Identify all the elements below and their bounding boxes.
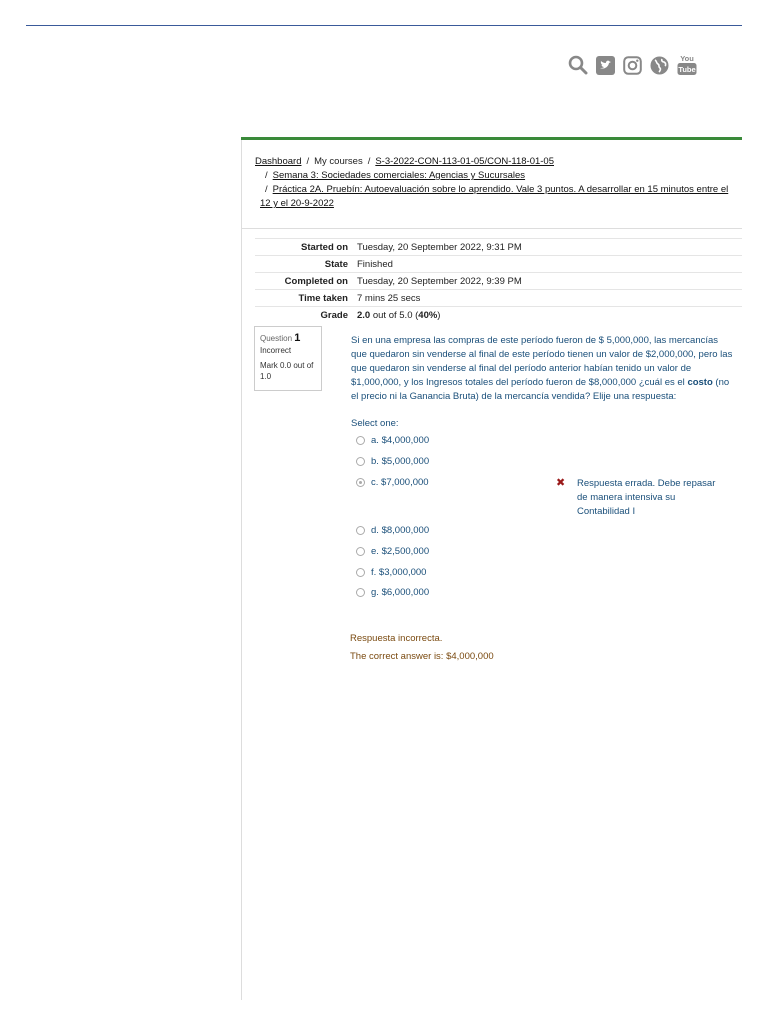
answer-letter: f. (371, 567, 377, 578)
question-mark: Mark 0.0 out of 1.0 (260, 361, 314, 381)
answer-letter: g. (371, 587, 379, 598)
answer-radio[interactable] (356, 588, 365, 597)
summary-value: Finished (354, 255, 742, 273)
general-feedback: Respuesta incorrecta. (350, 633, 443, 644)
select-one-label: Select one: (351, 418, 399, 429)
summary-value: 7 mins 25 secs (354, 289, 742, 307)
summary-row: Time taken 7 mins 25 secs (255, 289, 742, 307)
answer-text: $8,000,000 (381, 525, 430, 536)
answer-radio-selected[interactable] (356, 478, 365, 487)
summary-row: Started on Tuesday, 20 September 2022, 9… (255, 238, 742, 256)
answer-radio[interactable] (356, 526, 365, 535)
social-icons: You Tube (568, 54, 697, 76)
summary-label: Started on (255, 238, 354, 256)
answer-radio[interactable] (356, 568, 365, 577)
answer-text: $2,500,000 (381, 546, 430, 557)
summary-value: Tuesday, 20 September 2022, 9:39 PM (354, 272, 742, 290)
correct-answer-text: The correct answer is: $4,000,000 (350, 651, 494, 662)
answer-feedback: Respuesta errada. Debe repasar de manera… (577, 478, 716, 517)
answer-text: $4,000,000 (381, 435, 430, 446)
globe-icon[interactable] (650, 56, 669, 75)
question-info-box: Question 1 Incorrect Mark 0.0 out of 1.0 (254, 326, 322, 391)
question-number: Question 1 (260, 332, 316, 345)
answer-option-d[interactable]: d. $8,000,000 (356, 525, 429, 536)
answer-letter: b. (371, 456, 379, 467)
grade-close: ) (437, 309, 441, 321)
answer-radio[interactable] (356, 457, 365, 466)
summary-label: Completed on (255, 272, 354, 290)
summary-label: Time taken (255, 289, 354, 307)
summary-label: State (255, 255, 354, 273)
summary-row-grade: Grade 2.0 out of 5.0 (40%) (255, 306, 742, 323)
question-number-value: 1 (294, 332, 301, 344)
grade-label: Grade (255, 306, 354, 323)
answer-radio[interactable] (356, 547, 365, 556)
top-rule (26, 25, 742, 26)
grade-percent: 40% (418, 309, 438, 321)
answer-option-c[interactable]: c. $7,000,000 (356, 477, 429, 488)
answer-letter: d. (371, 525, 379, 536)
attempt-summary-table: Started on Tuesday, 20 September 2022, 9… (255, 238, 742, 323)
answer-option-f[interactable]: f. $3,000,000 (356, 567, 426, 578)
summary-row: State Finished (255, 255, 742, 273)
grade-out-of: out of 5.0 ( (370, 309, 419, 321)
question-status: Incorrect (260, 346, 292, 355)
breadcrumb-section-link[interactable]: Semana 3: Sociedades comerciales: Agenci… (273, 170, 525, 181)
breadcrumb-activity-link[interactable]: Práctica 2A. Pruebín: Autoevaluación sob… (273, 184, 729, 195)
answer-letter: e. (371, 546, 379, 557)
grade-value: 2.0 out of 5.0 (40%) (354, 306, 742, 323)
answer-text: $6,000,000 (381, 587, 430, 598)
breadcrumb: Dashboard / My courses / S-3-2022-CON-113-01… (255, 155, 740, 211)
answer-letter: a. (371, 435, 379, 446)
summary-value: Tuesday, 20 September 2022, 9:31 PM (354, 238, 742, 256)
answer-option-a[interactable]: a. $4,000,000 (356, 435, 429, 446)
instagram-icon[interactable] (623, 55, 642, 75)
answer-radio[interactable] (356, 436, 365, 445)
breadcrumb-activity-link-cont[interactable]: 12 y el 20-9-2022 (260, 198, 334, 209)
breadcrumb-separator: / (367, 156, 371, 167)
breadcrumb-separator: / (306, 156, 310, 167)
accent-rule (241, 137, 742, 140)
question-text: Si en una empresa las compras de este pe… (351, 334, 736, 404)
answer-option-e[interactable]: e. $2,500,000 (356, 546, 429, 557)
summary-row: Completed on Tuesday, 20 September 2022,… (255, 272, 742, 290)
question-text-bold: costo (687, 377, 713, 388)
twitter-icon[interactable] (596, 55, 615, 75)
youtube-label-top: You (680, 54, 694, 63)
answer-text: $3,000,000 (378, 567, 427, 578)
answer-letter: c. (371, 477, 379, 488)
question-text-part: Si en una empresa las compras de este pe… (351, 335, 733, 388)
section-divider (241, 228, 742, 229)
answer-text: $7,000,000 (381, 477, 429, 488)
answer-option-g[interactable]: g. $6,000,000 (356, 587, 429, 598)
breadcrumb-course-link[interactable]: S-3-2022-CON-113-01-05/CON-118-01-05 (375, 156, 554, 167)
breadcrumb-my-courses: My courses (314, 156, 363, 167)
answer-option-b[interactable]: b. $5,000,000 (356, 456, 429, 467)
youtube-icon[interactable]: You Tube (677, 54, 697, 76)
breadcrumb-separator: / (265, 170, 268, 181)
grade-score: 2.0 (357, 309, 371, 321)
breadcrumb-separator: / (265, 184, 268, 195)
breadcrumb-dashboard-link[interactable]: Dashboard (255, 156, 301, 167)
answer-text: $5,000,000 (381, 456, 430, 467)
search-icon[interactable] (568, 55, 588, 75)
incorrect-icon: ✖ (556, 477, 566, 489)
question-word: Question (260, 334, 293, 343)
youtube-label-bottom: Tube (678, 65, 695, 74)
